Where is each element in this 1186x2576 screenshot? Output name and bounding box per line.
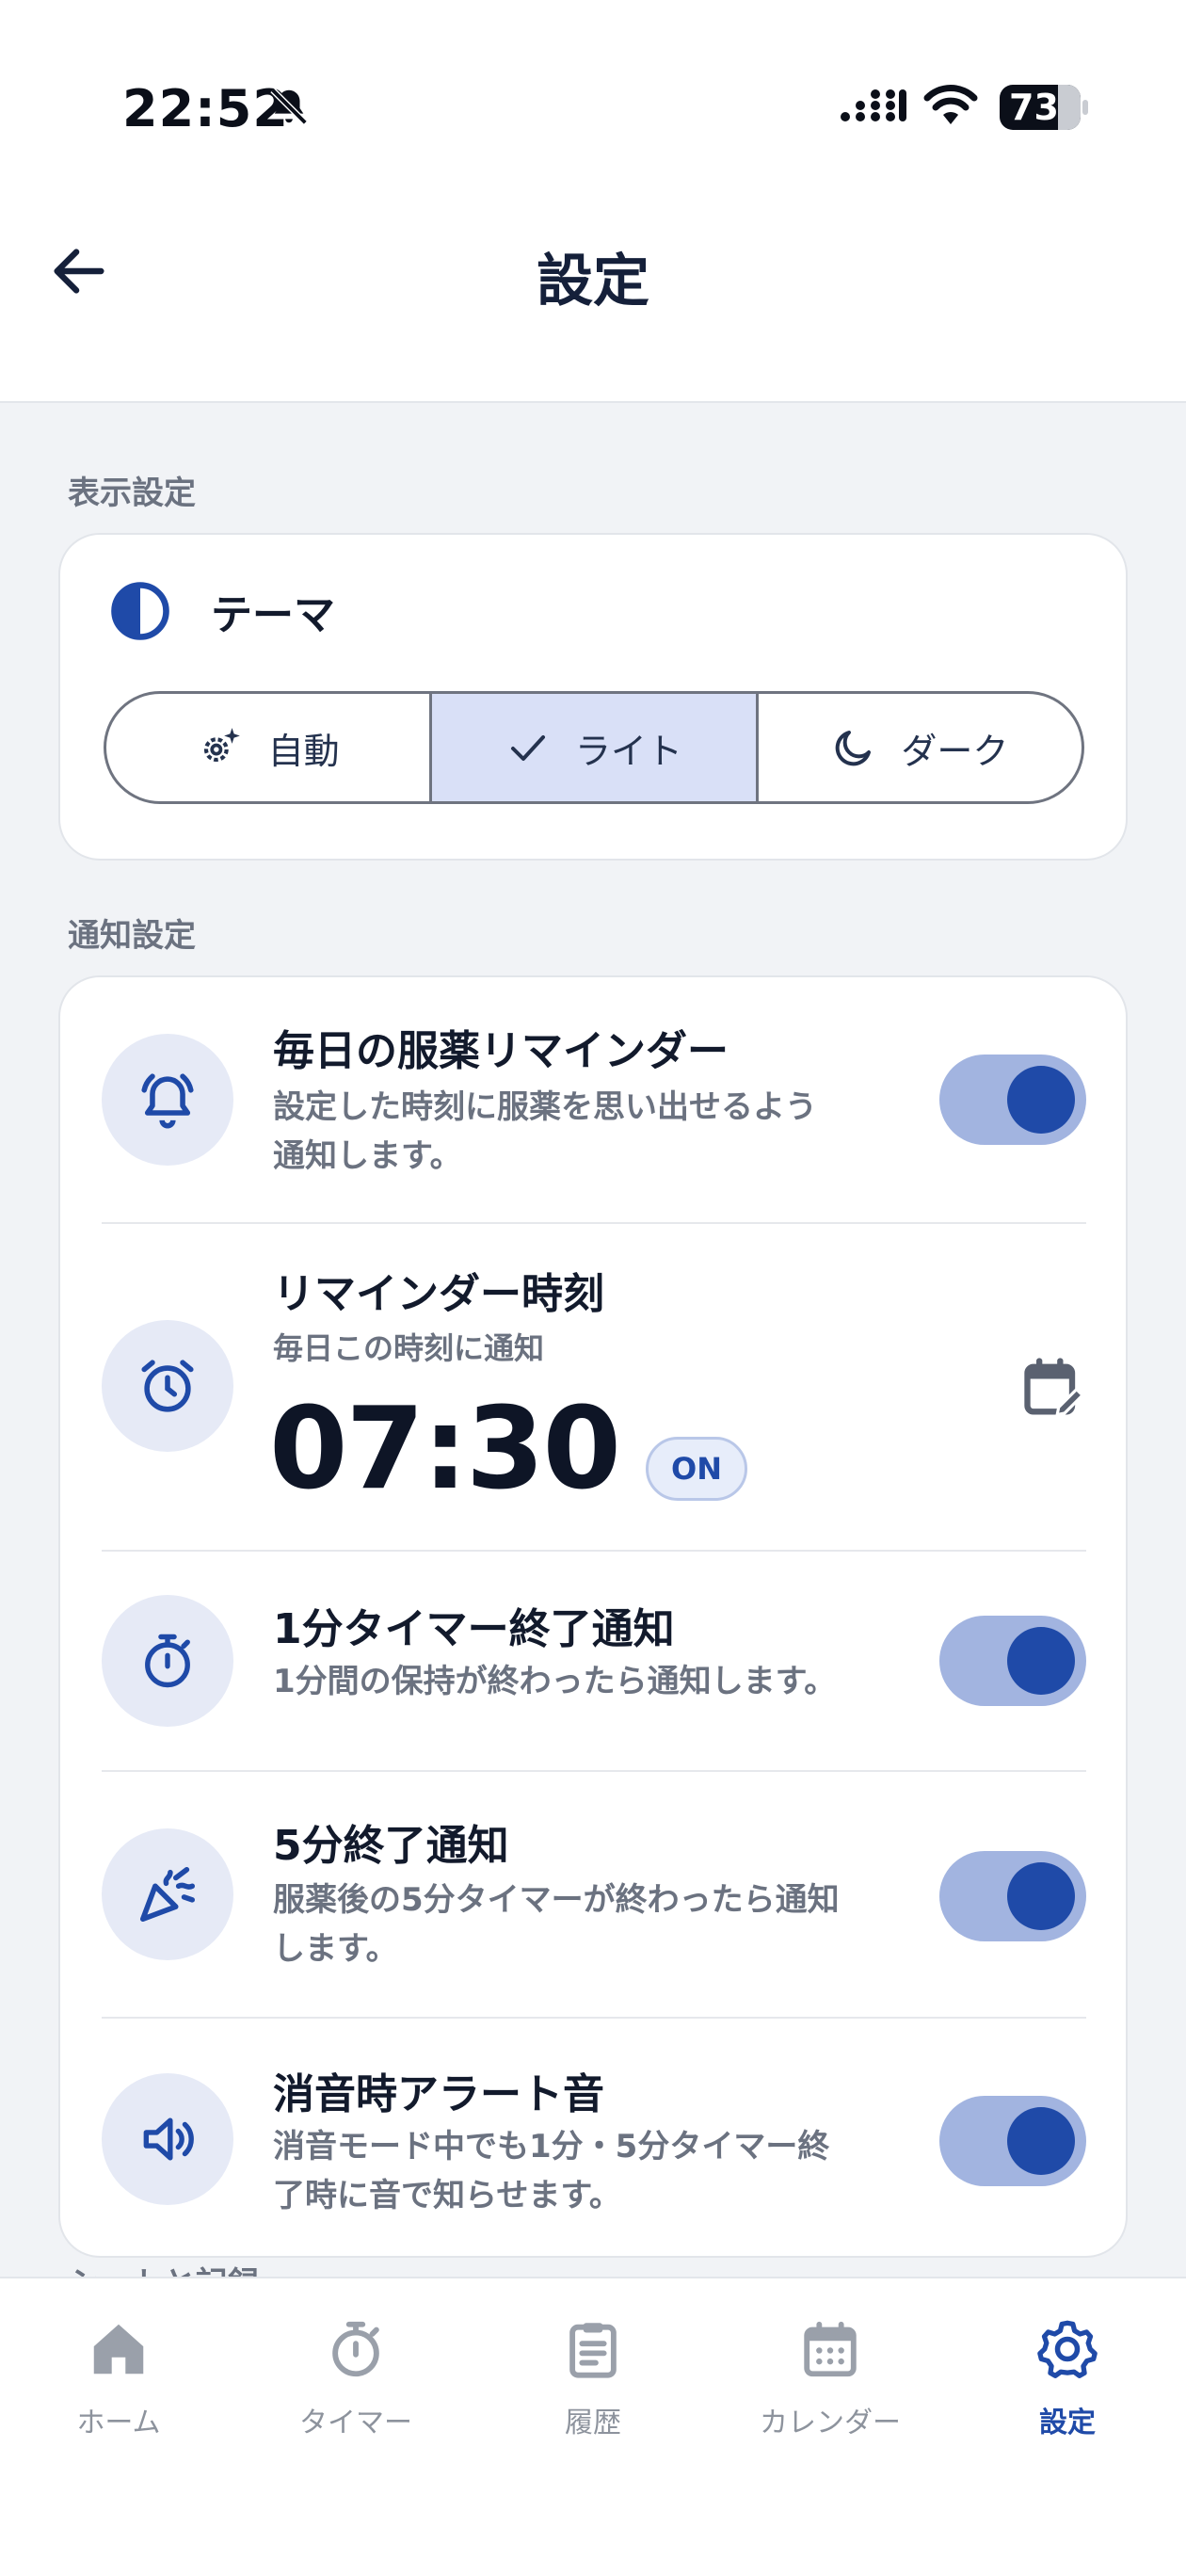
silent-alert-toggle[interactable] xyxy=(939,2096,1086,2186)
daily-reminder-desc-line2: 通知します。 xyxy=(273,1137,462,1175)
one-minute-timer-title: 1分タイマー終了通知 xyxy=(273,1605,675,1653)
five-minute-toggle[interactable] xyxy=(939,1851,1086,1941)
five-minute-desc-line1: 服薬後の5分タイマーが終わったら通知 xyxy=(273,1881,840,1919)
theme-option-light[interactable]: ライト xyxy=(429,694,756,801)
nav-calendar[interactable]: カレンダー xyxy=(736,2316,924,2440)
silent-alert-icon-circle xyxy=(102,2073,233,2205)
nav-home-label: ホーム xyxy=(76,2407,161,2439)
top-bar: 22:52 73 設定 xyxy=(0,0,1186,403)
speaker-icon xyxy=(143,2117,194,2161)
display-section-label: 表示設定 xyxy=(68,475,196,512)
five-minute-row: 5分終了通知 服薬後の5分タイマーが終わったら通知 します。 xyxy=(60,1772,1130,2017)
one-minute-timer-icon-circle xyxy=(102,1595,233,1727)
nav-settings[interactable]: 設定 xyxy=(973,2316,1162,2440)
five-minute-desc-line2: します。 xyxy=(273,1930,398,1968)
theme-option-auto[interactable]: 自動 xyxy=(106,694,429,801)
theme-title: テーマ xyxy=(211,591,335,639)
signal-icon xyxy=(841,89,906,121)
theme-option-auto-label: 自動 xyxy=(267,730,340,772)
battery-level: 73 xyxy=(1009,87,1059,128)
silent-alert-desc-line2: 了時に音で知らせます。 xyxy=(273,2177,621,2214)
daily-reminder-toggle[interactable] xyxy=(939,1055,1086,1145)
nav-calendar-label: カレンダー xyxy=(760,2407,901,2439)
reminder-time-title: リマインダー時刻 xyxy=(273,1270,604,1318)
reminder-time-row[interactable]: リマインダー時刻 毎日この時刻に通知 07:30 ON xyxy=(60,1224,1130,1550)
daily-reminder-icon-circle xyxy=(102,1034,233,1166)
clipboard-icon xyxy=(569,2323,617,2378)
theme-option-light-label: ライト xyxy=(574,730,682,772)
daily-reminder-row: 毎日の服薬リマインダー 設定した時刻に服薬を思い出せるよう 通知します。 xyxy=(60,977,1130,1224)
reminder-time-value: 07:30 xyxy=(269,1384,621,1515)
next-section-label: シートと記録 xyxy=(68,2258,260,2278)
nav-timer[interactable]: タイマー xyxy=(262,2316,450,2440)
reminder-on-badge: ON xyxy=(646,1437,747,1501)
theme-header: テーマ xyxy=(109,580,335,642)
daily-reminder-desc-line1: 設定した時刻に服薬を思い出せるよう xyxy=(273,1088,817,1126)
notification-card: 毎日の服薬リマインダー 設定した時刻に服薬を思い出せるよう 通知します。 リマイ… xyxy=(58,975,1128,2258)
silent-alert-row: 消音時アラート音 消音モード中でも1分・5分タイマー終 了時に音で知らせます。 xyxy=(60,2019,1130,2258)
reminder-time-icon-circle xyxy=(102,1320,233,1452)
alarm-clock-icon xyxy=(141,1360,194,1412)
silent-alert-description: 消音モード中でも1分・5分タイマー終 了時に音で知らせます。 xyxy=(273,2122,979,2220)
one-minute-timer-description: 1分間の保持が終わったら通知します。 xyxy=(273,1663,837,1700)
bottom-navigation: ホーム タイマー 履歴 カレンダー 設定 xyxy=(0,2277,1186,2576)
nav-home[interactable]: ホーム xyxy=(24,2316,213,2440)
daily-reminder-title: 毎日の服薬リマインダー xyxy=(273,1027,729,1075)
theme-option-dark[interactable]: ダーク xyxy=(755,694,1082,801)
theme-card: テーマ 自動 ライト ダーク xyxy=(58,533,1128,861)
half-circle-contrast-icon xyxy=(111,582,169,640)
five-minute-description: 服薬後の5分タイマーが終わったら通知 します。 xyxy=(273,1876,979,1973)
reminder-time-description: 毎日この時刻に通知 xyxy=(273,1330,545,1366)
one-minute-timer-row: 1分タイマー終了通知 1分間の保持が終わったら通知します。 xyxy=(60,1552,1130,1770)
bell-off-icon xyxy=(270,88,308,125)
bell-ringing-icon xyxy=(141,1073,194,1129)
one-minute-timer-toggle[interactable] xyxy=(939,1616,1086,1706)
auto-gear-icon xyxy=(203,728,240,762)
stopwatch-icon xyxy=(145,1634,190,1688)
calendar-edit-icon[interactable] xyxy=(1018,1352,1090,1424)
five-minute-title: 5分終了通知 xyxy=(273,1822,509,1870)
theme-option-dark-label: ダーク xyxy=(901,730,1009,772)
nav-timer-label: タイマー xyxy=(299,2407,412,2439)
settings-screen: 22:52 73 設定 表示設定 テーマ 自動 ライト ダーク 通知設定 毎日の… xyxy=(0,0,1186,2576)
calendar-icon xyxy=(804,2321,857,2377)
notification-section-label: 通知設定 xyxy=(68,917,196,955)
nav-history-label: 履歴 xyxy=(565,2407,621,2439)
gear-icon xyxy=(1037,2320,1098,2378)
five-minute-icon-circle xyxy=(102,1828,233,1960)
home-icon xyxy=(93,2324,144,2375)
party-popper-icon xyxy=(139,1866,196,1923)
nav-settings-label: 設定 xyxy=(1039,2407,1096,2439)
timer-icon xyxy=(332,2321,379,2377)
moon-icon xyxy=(836,731,872,766)
page-title: 設定 xyxy=(537,249,649,314)
theme-segmented-control: 自動 ライト ダーク xyxy=(104,691,1084,804)
check-icon xyxy=(510,735,545,761)
nav-history[interactable]: 履歴 xyxy=(499,2316,687,2440)
status-time: 22:52 xyxy=(122,79,289,138)
wifi-icon xyxy=(923,85,978,124)
battery-indicator: 73 xyxy=(1000,85,1088,130)
daily-reminder-description: 設定した時刻に服薬を思い出せるよう 通知します。 xyxy=(273,1083,979,1181)
silent-alert-desc-line1: 消音モード中でも1分・5分タイマー終 xyxy=(273,2128,830,2165)
silent-alert-title: 消音時アラート音 xyxy=(273,2070,604,2118)
